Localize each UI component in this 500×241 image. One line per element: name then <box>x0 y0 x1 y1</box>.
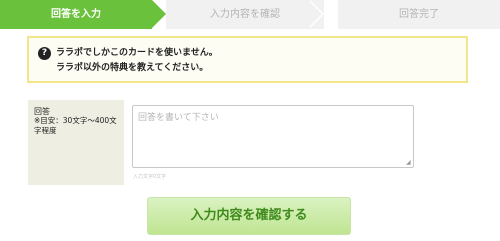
answer-textarea[interactable] <box>132 105 414 168</box>
character-count: 入力文字0文字 <box>133 174 167 180</box>
progress-steps: 回答を入力 入力内容を確認 回答完了 <box>0 0 500 29</box>
question-notice: ? ララポでしかこのカードを使いません。 ララポ以外の特典を教えてください。 <box>27 36 468 83</box>
resize-grip-icon[interactable]: ◢ <box>406 160 411 166</box>
confirm-input-button[interactable]: 入力内容を確認する <box>147 197 351 235</box>
step-arrow-inactive <box>308 0 322 28</box>
step-label: 入力内容を確認 <box>210 9 280 20</box>
step-label: 回答完了 <box>399 9 439 20</box>
step-confirm-input: 入力内容を確認 <box>166 0 324 29</box>
step-arrow-active <box>152 0 166 28</box>
answer-label-box: 回答 ※目安：30文字〜400文字程度 <box>28 100 124 185</box>
answer-length-note: ※目安：30文字〜400文字程度 <box>34 116 117 135</box>
step-label: 回答を入力 <box>51 9 101 20</box>
notice-line-2: ララポ以外の特典を教えてください。 <box>56 63 209 73</box>
question-circle-icon: ? <box>38 47 51 60</box>
step-answer-complete: 回答完了 <box>338 0 500 29</box>
step-input-answer: 回答を入力 <box>0 0 152 29</box>
notice-line-1: ララポでしかこのカードを使いません。 <box>56 48 218 58</box>
